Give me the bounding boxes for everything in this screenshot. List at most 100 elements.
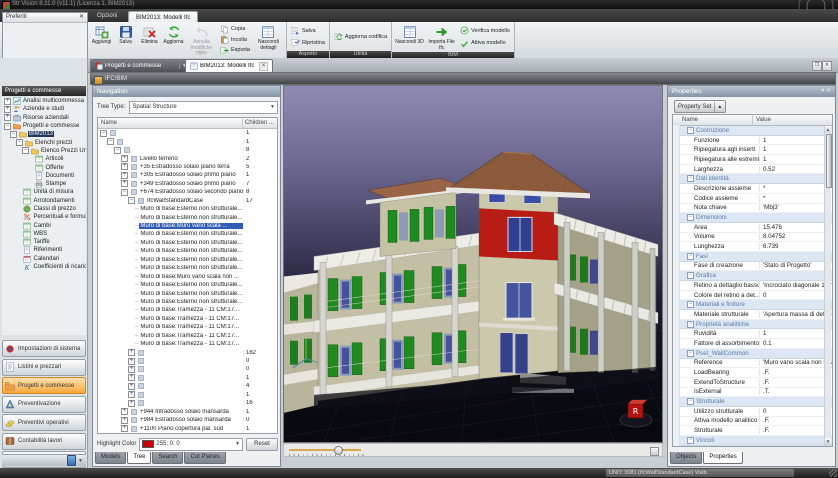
column-name[interactable]: Name — [98, 118, 243, 128]
property-group-row[interactable]: −Fasi — [680, 252, 832, 262]
sidebar-tree-item[interactable]: −Progetti e commesse — [2, 122, 86, 130]
properties-panel-header[interactable]: Properties ▾ ✕ — [668, 86, 835, 97]
tree-row[interactable]: +Livello terreno2 — [98, 154, 277, 162]
expander-plus-icon[interactable]: + — [128, 400, 135, 407]
property-row[interactable]: Area15.476 — [680, 223, 832, 233]
sidebar-tree-item[interactable]: +Risorse aziendali — [2, 114, 86, 122]
tree-row[interactable]: +4 — [98, 382, 277, 390]
tree-row[interactable]: –Muro di base:Esterno non strutturale... — [98, 256, 277, 264]
sidebar-nav-listini-e-prezzari[interactable]: Listini e prezzari — [2, 359, 86, 376]
tab-objects[interactable]: Objects — [670, 452, 702, 464]
column-name[interactable]: Name — [673, 115, 753, 125]
tree-row[interactable]: –Muro di base:Tramezza - 11 CM:17... — [98, 306, 277, 314]
column-value[interactable]: Value — [753, 115, 832, 125]
expander-plus-icon[interactable]: + — [128, 358, 135, 365]
collapse-icon[interactable]: − — [687, 437, 694, 444]
property-row[interactable]: Ripiegatura agli inserti1 — [680, 145, 832, 155]
sidebar-nav-preventivi-operativi[interactable]: Preventivi operativi — [2, 414, 86, 431]
expander-minus-icon[interactable]: − — [16, 139, 23, 146]
tree-row[interactable]: –Muro di base:Tramezza - 11 CM:17... — [98, 323, 277, 331]
sidebar-tree-item[interactable]: Classi di prezzo — [2, 205, 86, 213]
tree-row[interactable]: −1 — [98, 137, 277, 145]
property-group-row[interactable]: −Vincoli — [680, 436, 832, 446]
close-panel-icon[interactable]: ✕ — [826, 88, 831, 94]
expander-plus-icon[interactable]: + — [128, 349, 135, 356]
ribbon-button-copia[interactable]: Copia — [218, 25, 252, 34]
tree-row[interactable]: ++984 Estradosso solaio mansarda0 — [98, 416, 277, 424]
document-tab-progetti[interactable]: Progetti e commesse ▼ — [90, 59, 192, 73]
property-group-row[interactable]: −Pset_WallCommon — [680, 349, 832, 359]
tree-row[interactable]: –Muro di base:Esterno non strutturale... — [98, 289, 277, 297]
property-row[interactable]: Fase di creazione'Stato di Progetto' — [680, 262, 832, 272]
tree-row[interactable]: –Muro di base:Esterno non strutturale... — [98, 205, 277, 213]
scroll-up-icon[interactable]: ▲ — [825, 126, 831, 133]
tree-row[interactable]: ++305 Estradosso solaio primo piano1 — [98, 171, 277, 179]
collapse-icon[interactable]: − — [687, 127, 694, 134]
sidebar-tree-item[interactable]: −Elenco Prezzi Unitari — [2, 147, 86, 155]
expander-plus-icon[interactable]: + — [121, 172, 128, 179]
properties-scrollbar[interactable]: ▲ ▼ — [824, 126, 831, 445]
expander-plus-icon[interactable]: + — [4, 98, 11, 105]
sidebar-tree-item[interactable]: Tariffe — [2, 238, 86, 246]
property-row[interactable]: Retino a dettaglio basso'Incrociato diag… — [680, 281, 832, 291]
property-row[interactable]: Nota chiave'Mbj3' — [680, 204, 832, 214]
expander-minus-icon[interactable]: − — [107, 138, 114, 145]
sidebar-nav-impostazioni-di-sistema[interactable]: Impostazioni di sistema — [2, 340, 86, 357]
property-row[interactable]: Reference'Muro vano scala non strut... — [680, 359, 832, 369]
sidebar-tree-item[interactable]: +Analisi multicommessa — [2, 97, 86, 105]
tree-row[interactable]: –Muro di base:Muro vano scala ... — [98, 222, 277, 230]
expander-plus-icon[interactable]: + — [4, 106, 11, 113]
sidebar-tree-item[interactable]: −BIM2013 — [2, 130, 86, 138]
ribbon-button-attiva-modello[interactable]: Attiva modello — [458, 39, 512, 48]
scrollbar-thumb[interactable] — [826, 134, 833, 188]
sidebar-tree-item[interactable]: −Elenchi prezzi — [2, 138, 86, 146]
property-group-row[interactable]: −Materiali e finiture — [680, 300, 832, 310]
zoom-slider-track[interactable] — [289, 449, 361, 451]
ribbon-button-verifica-modello[interactable]: Verifica modello — [458, 26, 512, 35]
sidebar-tree-item[interactable]: Cambi — [2, 221, 86, 229]
tree-row[interactable]: +16 — [98, 399, 277, 407]
tree-row[interactable]: −1 — [98, 129, 277, 137]
sidebar-nav-contabilit-lavori[interactable]: Contabilità lavori — [2, 433, 86, 450]
tree-row[interactable]: –Muro di base:Esterno non strutturale... — [98, 298, 277, 306]
property-row[interactable]: Funzione1 — [680, 136, 832, 146]
tree-row[interactable]: ++349 Estradosso solaio primo piano7 — [98, 180, 277, 188]
property-row[interactable]: Materiale strutturale'Apertura massa di … — [680, 310, 832, 320]
pin-icon[interactable]: ▾ — [821, 88, 824, 94]
collapse-icon[interactable]: − — [687, 398, 694, 405]
property-row[interactable]: Colore del retino a det...0 — [680, 291, 832, 301]
property-row[interactable]: Lunghezza6.739 — [680, 242, 832, 252]
property-group-row[interactable]: −Dati identità — [680, 174, 832, 184]
expander-plus-icon[interactable]: + — [128, 374, 135, 381]
collapse-icon[interactable]: − — [687, 321, 694, 328]
expander-minus-icon[interactable]: − — [4, 123, 11, 130]
ribbon-button-aggiorna[interactable]: Aggiorna — [162, 23, 185, 57]
tree-row[interactable]: −IfcWallStandardCase17 — [98, 197, 277, 205]
property-row[interactable]: Descrizione assieme* — [680, 184, 832, 194]
ribbon-button-salva[interactable]: Salva — [289, 26, 327, 35]
sidebar-tree-item[interactable]: Articoli — [2, 155, 86, 163]
tree-row[interactable]: –Muro di base:Tramezza - 11 CM:17... — [98, 332, 277, 340]
expander-minus-icon[interactable]: − — [128, 197, 135, 204]
tree-row[interactable]: −8 — [98, 146, 277, 154]
collapse-icon[interactable]: − — [687, 350, 694, 357]
tree-row[interactable]: –Muro di base:Esterno non strutturale... — [98, 281, 277, 289]
sidebar-tree-item[interactable]: Calendari — [2, 255, 86, 263]
tree-type-select[interactable]: Spatial Structure ▼ — [129, 101, 278, 114]
viewport-3d[interactable]: R — [283, 85, 663, 443]
tab-tree[interactable]: Tree — [127, 452, 151, 464]
ribbon-button-ripristina[interactable]: Ripristina — [289, 38, 327, 47]
expander-plus-icon[interactable]: + — [128, 391, 135, 398]
sidebar-tree-item[interactable]: WBS — [2, 230, 86, 238]
sidebar-tree-item[interactable]: +Aziende e studi — [2, 105, 86, 113]
expander-plus-icon[interactable]: + — [121, 180, 128, 187]
tree-row[interactable]: +0 — [98, 365, 277, 373]
property-group-row[interactable]: −Proprietà analitiche — [680, 320, 832, 330]
expander-plus-icon[interactable]: + — [4, 114, 11, 121]
property-row[interactable]: Codice assieme* — [680, 194, 832, 204]
sidebar-tree-item[interactable]: Arrotondamenti — [2, 197, 86, 205]
tree-row[interactable]: –Muro di base:Esterno non strutturale... — [98, 213, 277, 221]
ribbon-button-elimina[interactable]: Elimina — [138, 23, 161, 57]
tree-row[interactable]: –Muro di base:Muro vano scala non ... — [98, 272, 277, 280]
property-row[interactable]: Volume8.04752 — [680, 233, 832, 243]
